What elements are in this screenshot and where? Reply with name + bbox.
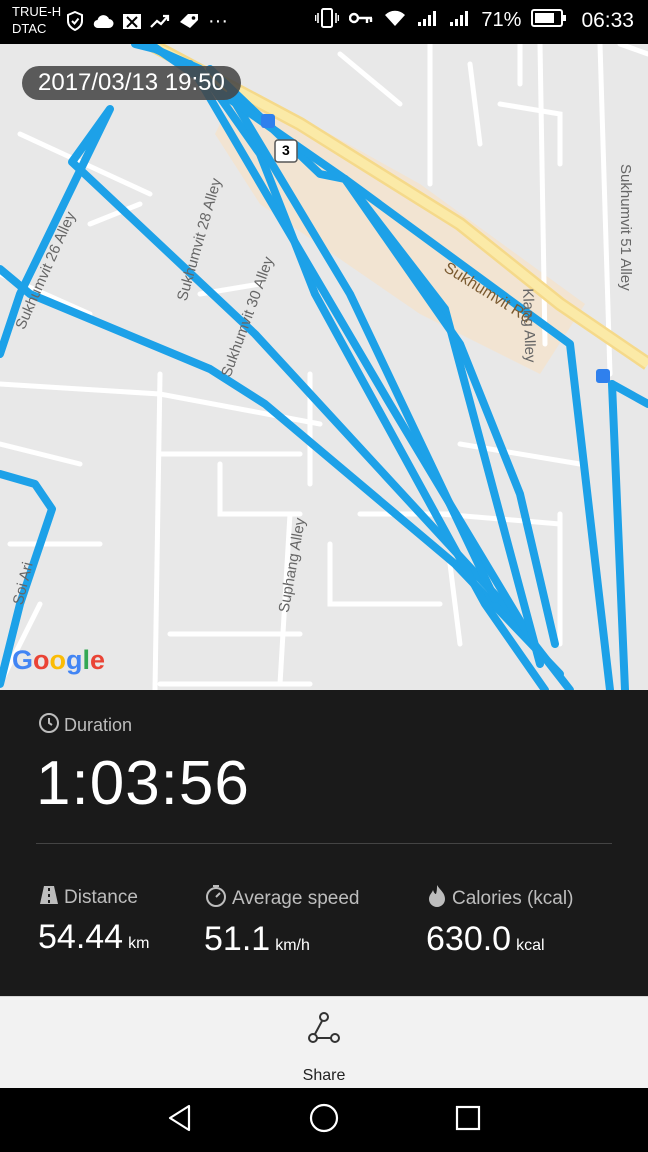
- signal-sim2-icon: [449, 9, 471, 32]
- navigation-bar: [0, 1088, 648, 1152]
- key-icon: [349, 11, 373, 30]
- calories-label: Calories (kcal): [452, 888, 574, 909]
- carrier-name: TRUE-H DTAC: [12, 3, 61, 37]
- battery-percent: 71%: [481, 9, 522, 31]
- calories-value: 630.0: [426, 920, 512, 958]
- carrier-line-2: DTAC: [12, 21, 47, 36]
- workout-stats-panel: Duration 1:03:56 Distance 54.44 km Averag…: [0, 690, 648, 996]
- shield-icon: [66, 10, 84, 32]
- calories-header: Calories (kcal): [426, 884, 573, 914]
- share-label: Share: [302, 1067, 346, 1084]
- calories-stat: Calories (kcal) 630.0 kcal: [426, 884, 573, 959]
- vibrate-icon: [315, 8, 340, 33]
- home-circle-icon: [308, 1102, 340, 1139]
- calories-unit: kcal: [516, 937, 545, 954]
- clock-icon: [38, 712, 60, 739]
- duration-value: 1:03:56: [36, 749, 250, 818]
- average-speed-stat: Average speed 51.1 km/h: [204, 884, 359, 959]
- recents-button[interactable]: [450, 1102, 486, 1138]
- street-label: Sukhumvit 51 Alley: [617, 164, 634, 291]
- flame-icon: [426, 884, 448, 914]
- trending-icon: [150, 10, 170, 32]
- google-logo: Google: [12, 645, 106, 675]
- average-speed-unit: km/h: [275, 937, 310, 954]
- more-dots-icon: ···: [208, 9, 228, 32]
- duration-label: Duration: [64, 715, 133, 735]
- map-pin-icon: [122, 10, 142, 32]
- back-button[interactable]: [162, 1102, 198, 1138]
- distance-unit: km: [128, 935, 150, 952]
- date-time-badge: 2017/03/13 19:50: [22, 66, 241, 100]
- wifi-icon: [383, 8, 407, 33]
- distance-header: Distance: [38, 884, 149, 912]
- distance-value: 54.44: [38, 918, 124, 956]
- signal-sim1-icon: [417, 9, 439, 32]
- tag-icon: [178, 10, 200, 32]
- battery-icon: [531, 9, 567, 32]
- duration-header: Duration: [38, 712, 132, 739]
- back-triangle-icon: [165, 1103, 195, 1138]
- distance-label: Distance: [64, 887, 138, 908]
- share-icon: [307, 1011, 341, 1050]
- stopwatch-icon: [204, 884, 228, 914]
- cloud-icon: [92, 10, 114, 32]
- divider: [36, 843, 612, 844]
- carrier-line-1: TRUE-H: [12, 4, 62, 19]
- route-map[interactable]: 2017/03/13 19:50 3 Sukhumvit 26 Alley Su…: [0, 44, 648, 690]
- share-button[interactable]: Share: [274, 1007, 374, 1084]
- status-bar: TRUE-H DTAC ··· 71% 06:33: [0, 0, 648, 44]
- road-icon: [38, 884, 60, 912]
- average-speed-header: Average speed: [204, 884, 359, 914]
- average-speed-value: 51.1: [204, 920, 271, 958]
- share-bar: Share: [0, 996, 648, 1089]
- distance-stat: Distance 54.44 km: [38, 884, 149, 957]
- average-speed-label: Average speed: [232, 888, 360, 909]
- street-label: Klang Alley: [519, 288, 539, 363]
- recents-square-icon: [454, 1104, 482, 1137]
- highway-number-label: 3: [282, 142, 290, 158]
- home-button[interactable]: [306, 1102, 342, 1138]
- clock: 06:33: [581, 8, 634, 32]
- map-canvas: [0, 44, 648, 690]
